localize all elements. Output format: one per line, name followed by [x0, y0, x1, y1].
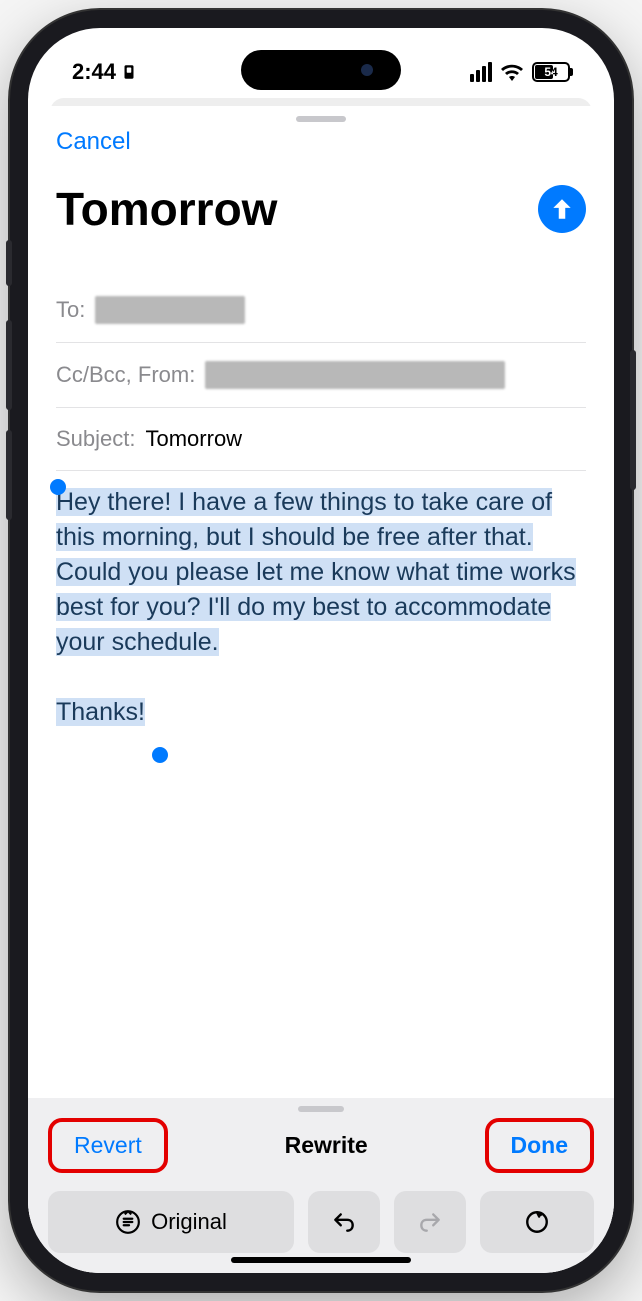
subject-label: Subject: — [56, 426, 136, 452]
from-value-redacted — [205, 361, 505, 389]
compose-sheet: Cancel Tomorrow To: Cc/Bcc, From: Sub — [28, 106, 614, 1273]
revert-button[interactable]: Revert — [62, 1126, 154, 1165]
power-button — [630, 350, 636, 490]
phone-frame: 2:44 54 Cancel Tomorrow — [10, 10, 632, 1291]
regenerate-icon — [524, 1209, 550, 1235]
cellular-signal-icon — [470, 62, 492, 82]
undo-icon — [331, 1209, 357, 1235]
subject-field[interactable]: Subject: Tomorrow — [56, 408, 586, 471]
rewrite-panel: Revert Rewrite Done Original — [28, 1098, 614, 1273]
wifi-icon — [500, 63, 524, 81]
undo-button[interactable] — [308, 1191, 380, 1253]
dynamic-island — [241, 50, 401, 90]
original-label: Original — [151, 1209, 227, 1235]
rewrite-title: Rewrite — [285, 1132, 368, 1159]
status-time: 2:44 — [72, 59, 116, 85]
volume-up-button — [6, 320, 12, 410]
redo-button[interactable] — [394, 1191, 466, 1253]
home-indicator[interactable] — [231, 1257, 411, 1263]
arrow-up-icon — [549, 196, 575, 222]
silent-switch — [6, 240, 12, 286]
done-highlight: Done — [485, 1118, 595, 1173]
volume-down-button — [6, 430, 12, 520]
cancel-button[interactable]: Cancel — [56, 128, 131, 156]
done-button[interactable]: Done — [499, 1126, 581, 1165]
battery-percentage: 54 — [544, 65, 557, 79]
regenerate-button[interactable] — [480, 1191, 594, 1253]
redo-icon — [417, 1209, 443, 1235]
ccbcc-label: Cc/Bcc, From: — [56, 362, 195, 388]
selection-handle-end[interactable] — [152, 747, 168, 763]
rewrite-grabber[interactable] — [298, 1106, 344, 1112]
email-body[interactable]: Hey there! I have a few things to take c… — [28, 471, 614, 1098]
orientation-lock-icon — [120, 63, 138, 81]
original-icon — [115, 1209, 141, 1235]
body-paragraph-2: Thanks! — [56, 698, 145, 726]
to-value-redacted — [95, 296, 245, 324]
body-paragraph-1: Hey there! I have a few things to take c… — [56, 488, 576, 656]
subject-value: Tomorrow — [146, 426, 243, 452]
ccbcc-from-field[interactable]: Cc/Bcc, From: — [56, 343, 586, 408]
revert-highlight: Revert — [48, 1118, 168, 1173]
screen: 2:44 54 Cancel Tomorrow — [28, 28, 614, 1273]
selection-handle-start[interactable] — [50, 479, 66, 495]
to-label: To: — [56, 297, 85, 323]
compose-title: Tomorrow — [56, 182, 277, 236]
original-button[interactable]: Original — [48, 1191, 294, 1253]
to-field[interactable]: To: — [56, 278, 586, 343]
battery-icon: 54 — [532, 62, 570, 82]
send-button[interactable] — [538, 185, 586, 233]
